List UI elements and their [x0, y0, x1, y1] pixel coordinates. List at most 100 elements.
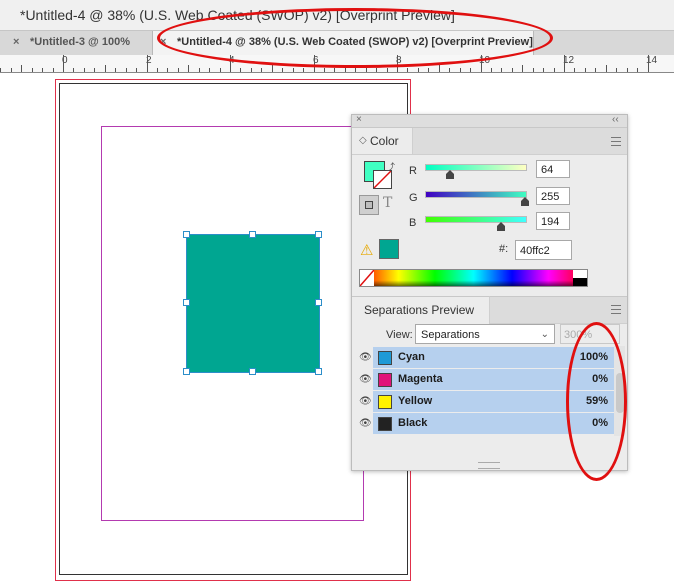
panel-menu-icon[interactable]: [611, 137, 621, 146]
ruler-tick: [261, 68, 263, 72]
ruler-tick: [490, 68, 492, 72]
ruler-tick: [459, 68, 461, 72]
hex-value-input[interactable]: 40ffc2: [515, 240, 572, 260]
ruler-tick: [136, 68, 138, 72]
in-gamut-color-swatch[interactable]: [379, 239, 399, 259]
ink-swatch: [378, 373, 392, 387]
eye-icon[interactable]: 👁: [359, 352, 372, 363]
eye-icon[interactable]: 👁: [359, 418, 372, 429]
resize-grip[interactable]: [478, 462, 500, 469]
out-of-gamut-warning-icon[interactable]: ⚠: [360, 241, 373, 259]
ruler-tick: [177, 68, 179, 72]
red-slider-thumb[interactable]: [446, 170, 455, 179]
green-slider-thumb[interactable]: [521, 197, 529, 206]
ruler-tick: [501, 68, 503, 72]
selection-handle[interactable]: [183, 299, 190, 306]
eye-icon[interactable]: 👁: [359, 396, 372, 407]
formatting-text-button[interactable]: T: [383, 195, 392, 211]
ruler-tick: [303, 68, 305, 72]
ruler-tick: [292, 68, 294, 72]
ruler-tick: [376, 68, 378, 72]
ink-name: Yellow: [398, 395, 433, 407]
selection-handle[interactable]: [315, 299, 322, 306]
selection-handle[interactable]: [249, 231, 256, 238]
ruler-tick: [417, 68, 419, 72]
black-white-swatch[interactable]: [573, 270, 587, 286]
tab-separations-label: Separations Preview: [364, 303, 475, 317]
selected-rectangle[interactable]: [186, 234, 320, 373]
ruler-tick: [637, 68, 639, 72]
none-color-icon[interactable]: [360, 270, 374, 286]
ruler-tick: [564, 55, 565, 72]
ruler-tick: [386, 68, 388, 72]
blue-slider-thumb[interactable]: [497, 222, 506, 231]
tab-untitled-3[interactable]: × *Untitled-3 @ 100%: [0, 31, 150, 55]
collapse-icon[interactable]: ‹‹: [612, 114, 619, 125]
color-spectrum-ramp[interactable]: [359, 269, 588, 287]
ruler-tick: [282, 68, 284, 72]
ruler-tick: [334, 68, 336, 72]
blue-slider-track[interactable]: [425, 216, 527, 223]
selection-handle[interactable]: [249, 368, 256, 375]
ruler-tick: [626, 68, 628, 72]
channel-label: G: [409, 192, 418, 204]
ink-name: Black: [398, 417, 428, 429]
red-value-input[interactable]: 64: [536, 160, 570, 178]
annotation-ellipse-tab: [157, 8, 553, 68]
red-slider-track[interactable]: [425, 164, 527, 171]
ruler-tick: [63, 55, 64, 72]
blue-value-input[interactable]: 194: [536, 212, 570, 230]
ink-swatch: [378, 351, 392, 365]
tab-label: *Untitled-3 @ 100%: [30, 36, 130, 48]
ink-name: Cyan: [398, 351, 425, 363]
ruler-tick: [407, 68, 409, 72]
eye-icon[interactable]: 👁: [359, 374, 372, 385]
annotation-ellipse-percentages: [566, 322, 627, 481]
ruler-tick: [73, 68, 75, 72]
ruler-tick: [574, 68, 576, 72]
ruler-tick: [616, 68, 618, 72]
ruler-tick: [0, 68, 2, 72]
panel-menu-icon[interactable]: [611, 305, 621, 314]
selection-handle[interactable]: [183, 368, 190, 375]
green-slider-track[interactable]: [425, 191, 527, 198]
ruler-tick: [323, 68, 325, 72]
ink-swatch: [378, 395, 392, 409]
ruler-tick: [219, 68, 221, 72]
panel-header[interactable]: × ‹‹: [352, 114, 627, 128]
ink-name: Magenta: [398, 373, 443, 385]
view-select-value: Separations: [421, 329, 480, 341]
ruler-tick: [94, 68, 96, 72]
tab-color-label: Color: [370, 134, 399, 148]
ruler-tick: [240, 68, 242, 72]
tab-color[interactable]: ◇ Color: [352, 128, 413, 154]
swap-icon[interactable]: ⤴: [386, 160, 395, 173]
hex-label: #:: [499, 243, 509, 255]
ruler-tick: [125, 68, 127, 72]
ruler-tick: [595, 68, 597, 72]
ruler-tick: [42, 68, 44, 72]
view-select[interactable]: Separations ⌄: [415, 324, 555, 344]
ruler-tick: [104, 65, 106, 72]
ruler-tick: [31, 68, 33, 72]
ruler-tick: [10, 68, 12, 72]
none-stroke-icon: [374, 171, 391, 188]
ruler-tick: [209, 68, 211, 72]
close-icon[interactable]: ×: [356, 114, 362, 125]
selection-handle[interactable]: [315, 231, 322, 238]
ink-swatch: [378, 417, 392, 431]
ruler-tick: [438, 65, 440, 72]
ruler-tick: [250, 68, 252, 72]
selection-handle[interactable]: [183, 231, 190, 238]
ruler-tick: [511, 68, 513, 72]
green-value-input[interactable]: 255: [536, 187, 570, 205]
close-icon[interactable]: ×: [13, 36, 19, 48]
tab-separations-preview[interactable]: Separations Preview: [352, 296, 490, 324]
ruler-tick: [156, 68, 158, 72]
ruler-tick: [83, 68, 85, 72]
ruler-tick: [584, 68, 586, 72]
formatting-container-button[interactable]: [359, 195, 379, 215]
ruler-tick: [146, 55, 148, 72]
ruler-tick: [198, 68, 200, 72]
selection-handle[interactable]: [315, 368, 322, 375]
